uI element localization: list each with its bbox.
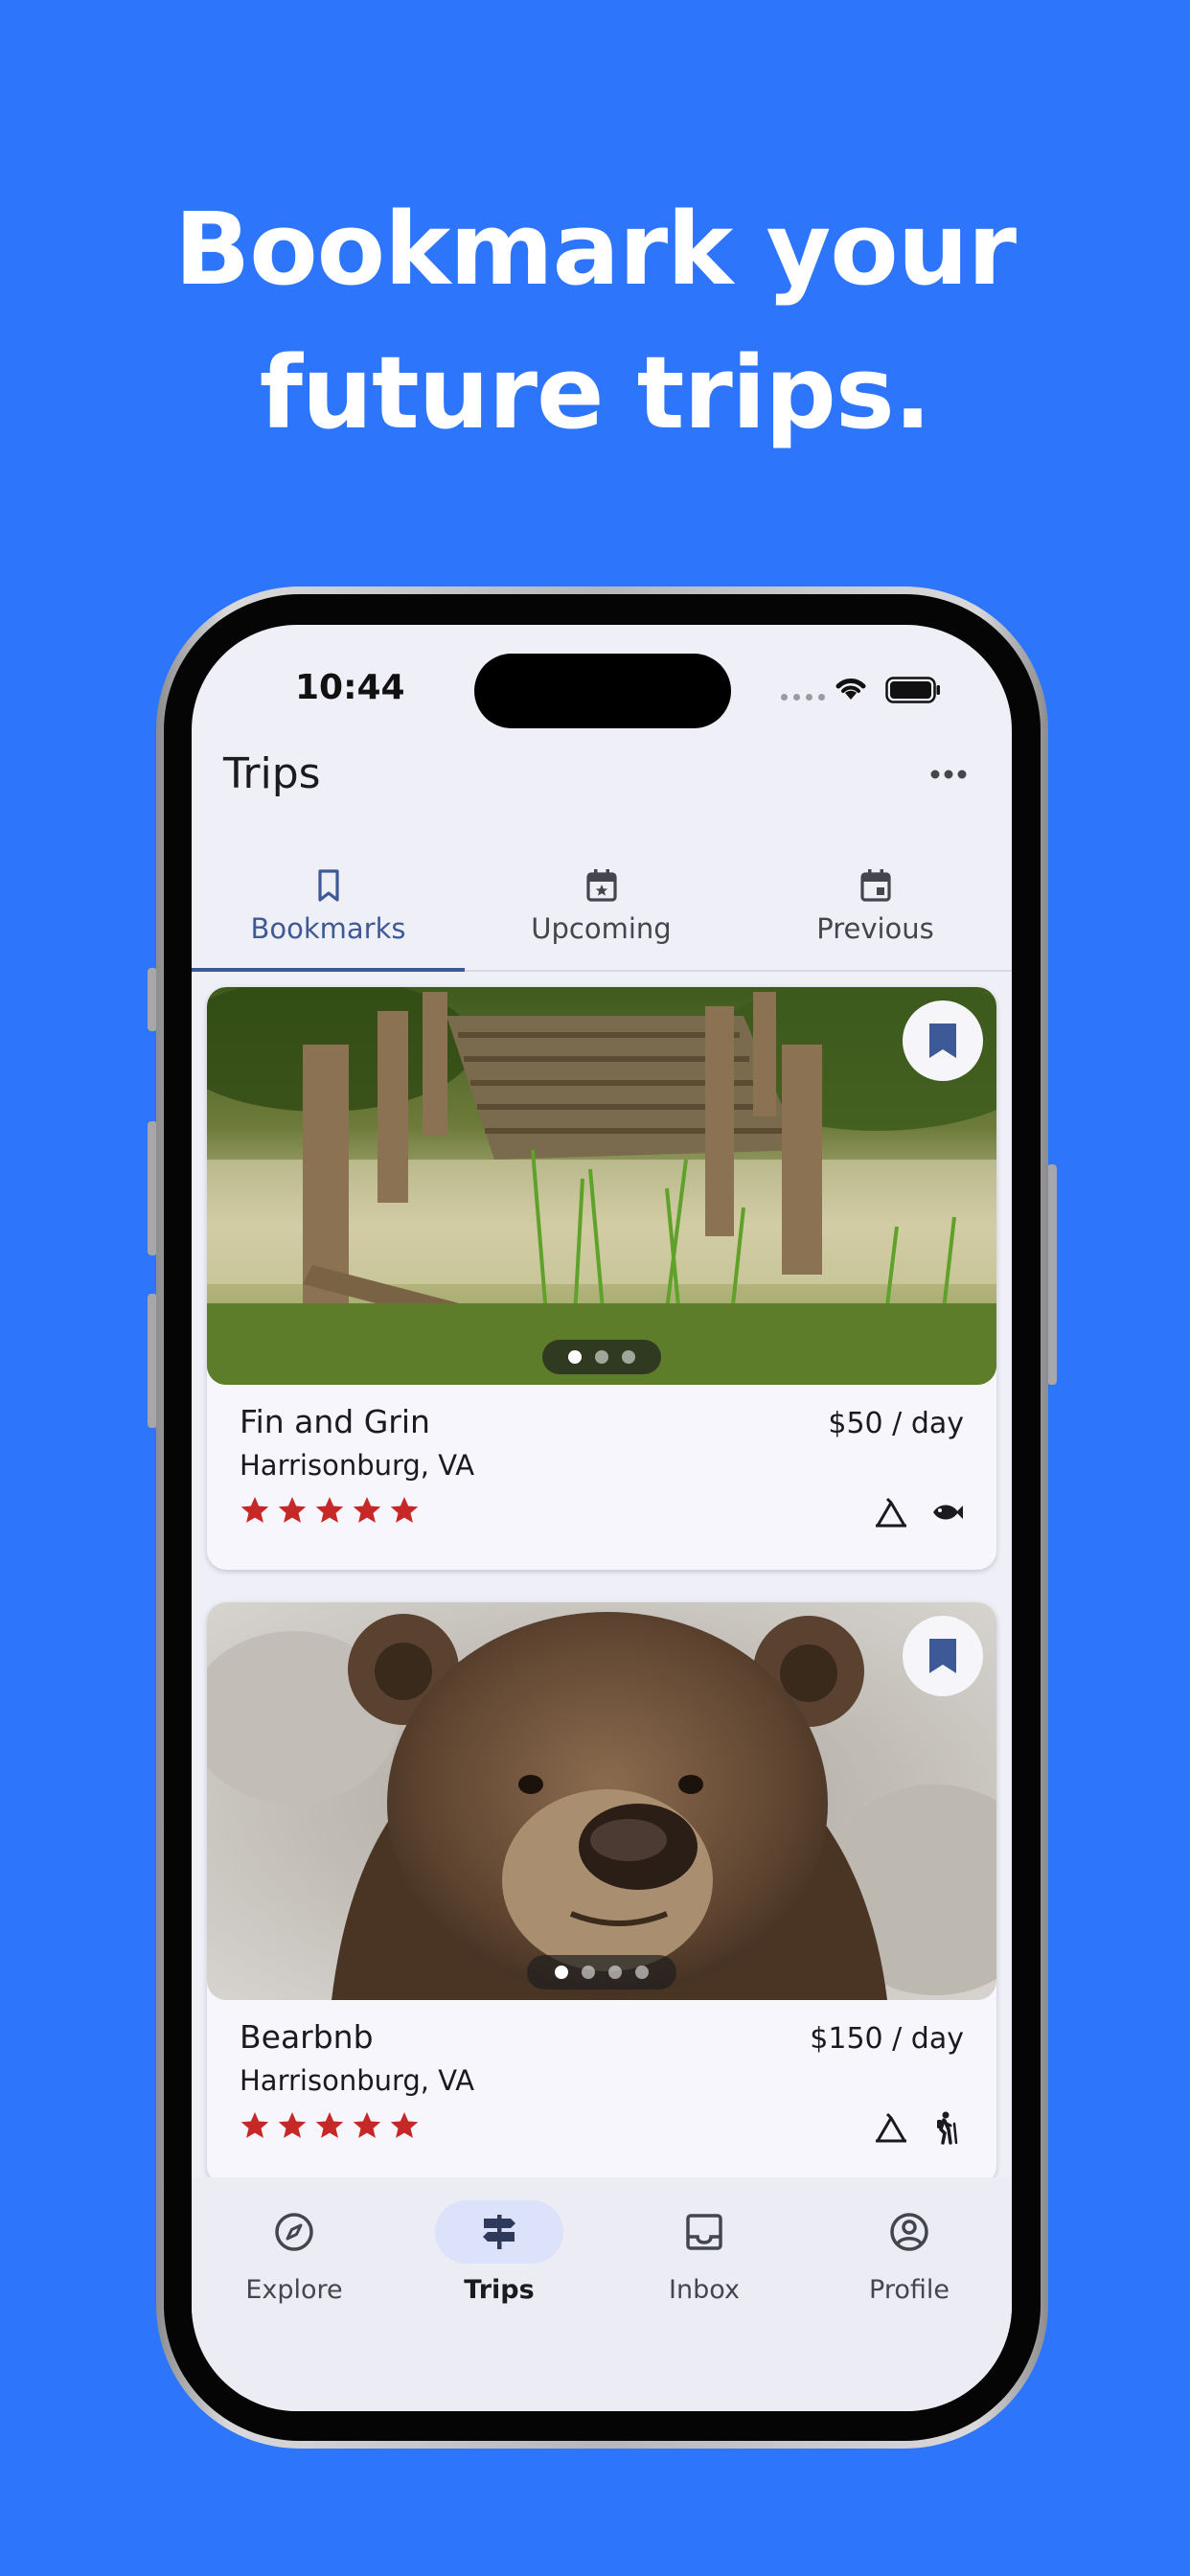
fish-icon bbox=[933, 1505, 963, 1520]
listing-price: $150 / day bbox=[810, 2022, 964, 2056]
page-title: Trips bbox=[223, 749, 321, 798]
bottom-navigation: Explore Trips Inbox Profile bbox=[192, 2177, 1012, 2411]
star-icon bbox=[390, 1497, 419, 1523]
star-icon bbox=[315, 1497, 344, 1523]
tent-icon bbox=[876, 2112, 906, 2143]
remove-bookmark-button[interactable] bbox=[903, 1616, 983, 1696]
status-time: 10:44 bbox=[295, 668, 405, 707]
nav-inbox[interactable]: Inbox bbox=[602, 2200, 807, 2305]
bookmark-icon bbox=[317, 869, 339, 902]
star-rating bbox=[240, 2110, 420, 2141]
phone-screen: 10:44 Trips Bookmarks Upcoming Previous … bbox=[192, 625, 1012, 2411]
headline-line-1: Bookmark your bbox=[173, 191, 1017, 308]
photo-pager[interactable] bbox=[527, 1955, 676, 1990]
star-icon bbox=[240, 1497, 269, 1523]
listing-card-bearbnb[interactable]: Bearbnb $150 / day Harrisonburg, VA bbox=[207, 1602, 996, 2185]
star-icon bbox=[315, 2112, 344, 2138]
compass-icon bbox=[275, 2213, 313, 2251]
listing-location: Harrisonburg, VA bbox=[240, 2064, 475, 2097]
star-icon bbox=[353, 2112, 381, 2138]
photo-pager[interactable] bbox=[542, 1340, 661, 1374]
headline-line-2: future trips. bbox=[259, 334, 932, 451]
nav-label: Profile bbox=[869, 2275, 950, 2305]
listing-card-fin-and-grin[interactable]: Fin and Grin $50 / day Harrisonburg, VA bbox=[207, 987, 996, 1570]
dynamic-island bbox=[474, 654, 731, 728]
listing-location: Harrisonburg, VA bbox=[240, 1449, 475, 1482]
star-rating bbox=[240, 1495, 420, 1526]
wifi-icon bbox=[835, 678, 866, 700]
cellular-signal-icon bbox=[781, 694, 825, 701]
brown-bear-photo[interactable] bbox=[207, 1602, 996, 2000]
tab-bookmarks[interactable]: Bookmarks bbox=[192, 861, 465, 966]
tab-upcoming[interactable]: Upcoming bbox=[465, 861, 738, 966]
trips-tab-bar: Bookmarks Upcoming Previous bbox=[192, 861, 1012, 968]
star-icon bbox=[353, 1497, 381, 1523]
amenity-icons bbox=[874, 2110, 964, 2145]
nav-trips[interactable]: Trips bbox=[397, 2200, 602, 2305]
bookmark-filled-icon bbox=[929, 1639, 956, 1673]
nav-profile[interactable]: Profile bbox=[807, 2200, 1012, 2305]
listing-price: $50 / day bbox=[828, 1407, 964, 1440]
amenity-icons bbox=[874, 1495, 964, 1530]
listing-name: Fin and Grin bbox=[240, 1403, 430, 1440]
tab-label: Upcoming bbox=[531, 912, 672, 945]
hiking-icon bbox=[937, 2111, 958, 2145]
tab-previous[interactable]: Previous bbox=[739, 861, 1012, 966]
calendar-icon bbox=[859, 869, 891, 902]
more-horiz-icon[interactable] bbox=[929, 769, 968, 780]
marketing-headline: Bookmark your future trips. bbox=[0, 177, 1190, 465]
wooden-dock-pond-photo[interactable] bbox=[207, 987, 996, 1385]
nav-explore[interactable]: Explore bbox=[192, 2200, 397, 2305]
listing-name: Bearbnb bbox=[240, 2018, 374, 2056]
nav-label: Trips bbox=[464, 2275, 535, 2305]
remove-bookmark-button[interactable] bbox=[903, 1000, 983, 1081]
tab-label: Bookmarks bbox=[250, 912, 406, 945]
star-icon bbox=[278, 1497, 307, 1523]
tab-label: Previous bbox=[816, 912, 934, 945]
phone-power-button bbox=[1047, 1164, 1057, 1385]
star-icon bbox=[390, 2112, 419, 2138]
tent-icon bbox=[876, 1497, 906, 1528]
signpost-icon bbox=[483, 2215, 515, 2249]
battery-icon bbox=[885, 677, 940, 703]
nav-label: Explore bbox=[245, 2275, 343, 2305]
calendar-star-icon bbox=[585, 869, 617, 902]
inbox-icon bbox=[686, 2214, 722, 2250]
active-tab-indicator bbox=[192, 968, 465, 972]
account-circle-icon bbox=[890, 2213, 928, 2251]
star-icon bbox=[278, 2112, 307, 2138]
nav-label: Inbox bbox=[669, 2275, 740, 2305]
star-icon bbox=[240, 2112, 269, 2138]
bookmark-filled-icon bbox=[929, 1024, 956, 1058]
